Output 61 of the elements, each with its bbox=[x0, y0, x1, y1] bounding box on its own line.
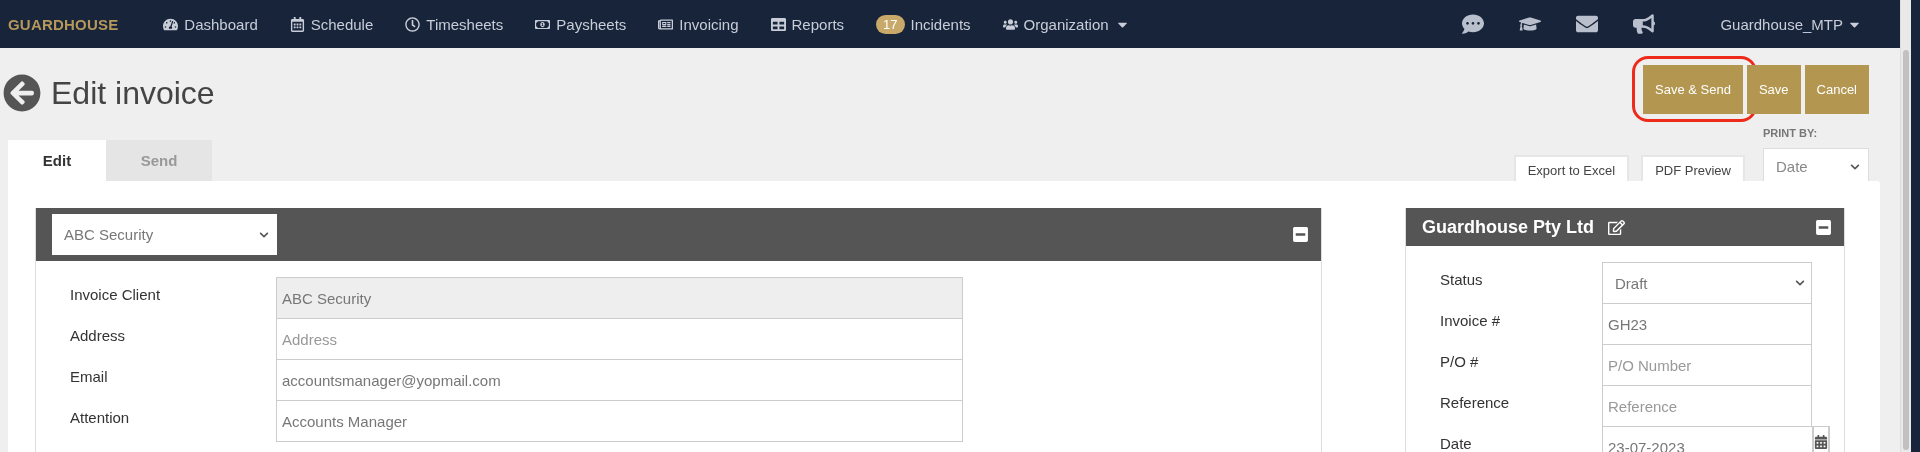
input-field[interactable]: Accounts Manager bbox=[276, 400, 963, 442]
users-icon bbox=[1002, 16, 1018, 32]
chevron-icon bbox=[1850, 161, 1860, 172]
field-label: Attention bbox=[70, 408, 131, 426]
action-button[interactable]: Save bbox=[1746, 65, 1801, 114]
table-icon bbox=[770, 16, 786, 32]
field-label: Invoice # bbox=[1440, 311, 1502, 329]
scrollbar[interactable] bbox=[1900, 0, 1920, 452]
nav-label: Reports bbox=[791, 15, 845, 33]
page-title: Edit invoice bbox=[51, 74, 215, 112]
input-field[interactable]: GH23 bbox=[1602, 303, 1812, 345]
nav-label: Paysheets bbox=[556, 15, 627, 33]
status-select[interactable]: Draft bbox=[1602, 262, 1812, 304]
field-label: Reference bbox=[1440, 393, 1511, 411]
nav-link[interactable]: Invoicing bbox=[658, 15, 739, 33]
logo[interactable]: GUARDHOUSE bbox=[8, 15, 119, 33]
nav-link[interactable]: Timesheets bbox=[405, 15, 504, 33]
field-label: Address bbox=[70, 326, 127, 344]
panel-title: Guardhouse Pty Ltd bbox=[1422, 216, 1594, 238]
gauge-icon bbox=[163, 16, 179, 32]
nav-label: Schedule bbox=[310, 15, 374, 33]
nav-label: Invoicing bbox=[679, 15, 739, 33]
field-label: Status bbox=[1440, 270, 1484, 288]
clock-icon bbox=[405, 16, 421, 32]
tab[interactable]: Edit bbox=[8, 140, 106, 181]
input-field[interactable]: accountsmanager@yopmail.com bbox=[276, 359, 963, 401]
calendar-icon bbox=[289, 16, 305, 32]
chevron-icon bbox=[259, 229, 269, 240]
nav-link[interactable]: Dashboard bbox=[163, 15, 258, 33]
client-select[interactable]: ABC Security bbox=[52, 214, 277, 255]
nav-link[interactable]: Schedule bbox=[289, 15, 374, 33]
nav-link[interactable]: Paysheets bbox=[535, 15, 627, 33]
field-label: P/O # bbox=[1440, 352, 1480, 370]
print-by-select[interactable]: Date bbox=[1763, 148, 1869, 184]
field-label: Invoice Client bbox=[70, 285, 162, 303]
field-label: Date bbox=[1440, 434, 1473, 452]
nav-link[interactable]: Reports bbox=[770, 15, 845, 33]
nav-label: Dashboard bbox=[184, 15, 258, 33]
chevron-icon bbox=[1795, 278, 1805, 288]
action-button[interactable]: Cancel bbox=[1804, 65, 1869, 114]
nav-link[interactable]: 17 Incidents bbox=[876, 14, 971, 34]
input-field[interactable]: P/O Number bbox=[1602, 344, 1812, 386]
megaphone-icon[interactable] bbox=[1633, 13, 1656, 35]
field-label: Email bbox=[70, 367, 109, 385]
print-by-label: PRINT BY: bbox=[1763, 127, 1819, 139]
date-field[interactable]: 23-07-2023 bbox=[1602, 426, 1813, 452]
nav-label: Organization bbox=[1023, 15, 1109, 33]
chat-icon[interactable] bbox=[1462, 13, 1485, 35]
envelope-icon[interactable] bbox=[1576, 13, 1599, 35]
input-field[interactable]: Address bbox=[276, 318, 963, 360]
back-icon[interactable] bbox=[3, 74, 41, 112]
count-badge: 17 bbox=[876, 14, 905, 34]
calendar-icon bbox=[1814, 435, 1828, 449]
collapse-icon[interactable] bbox=[1815, 218, 1832, 236]
edit-icon[interactable] bbox=[1608, 218, 1625, 236]
action-button[interactable]: Save & Send bbox=[1643, 65, 1743, 114]
nav-link[interactable]: Organization bbox=[1002, 15, 1130, 33]
input-field[interactable]: Reference bbox=[1602, 385, 1812, 427]
collapse-icon[interactable] bbox=[1292, 226, 1309, 243]
nav-label: Timesheets bbox=[426, 15, 504, 33]
nav-label: Incidents bbox=[910, 15, 971, 33]
